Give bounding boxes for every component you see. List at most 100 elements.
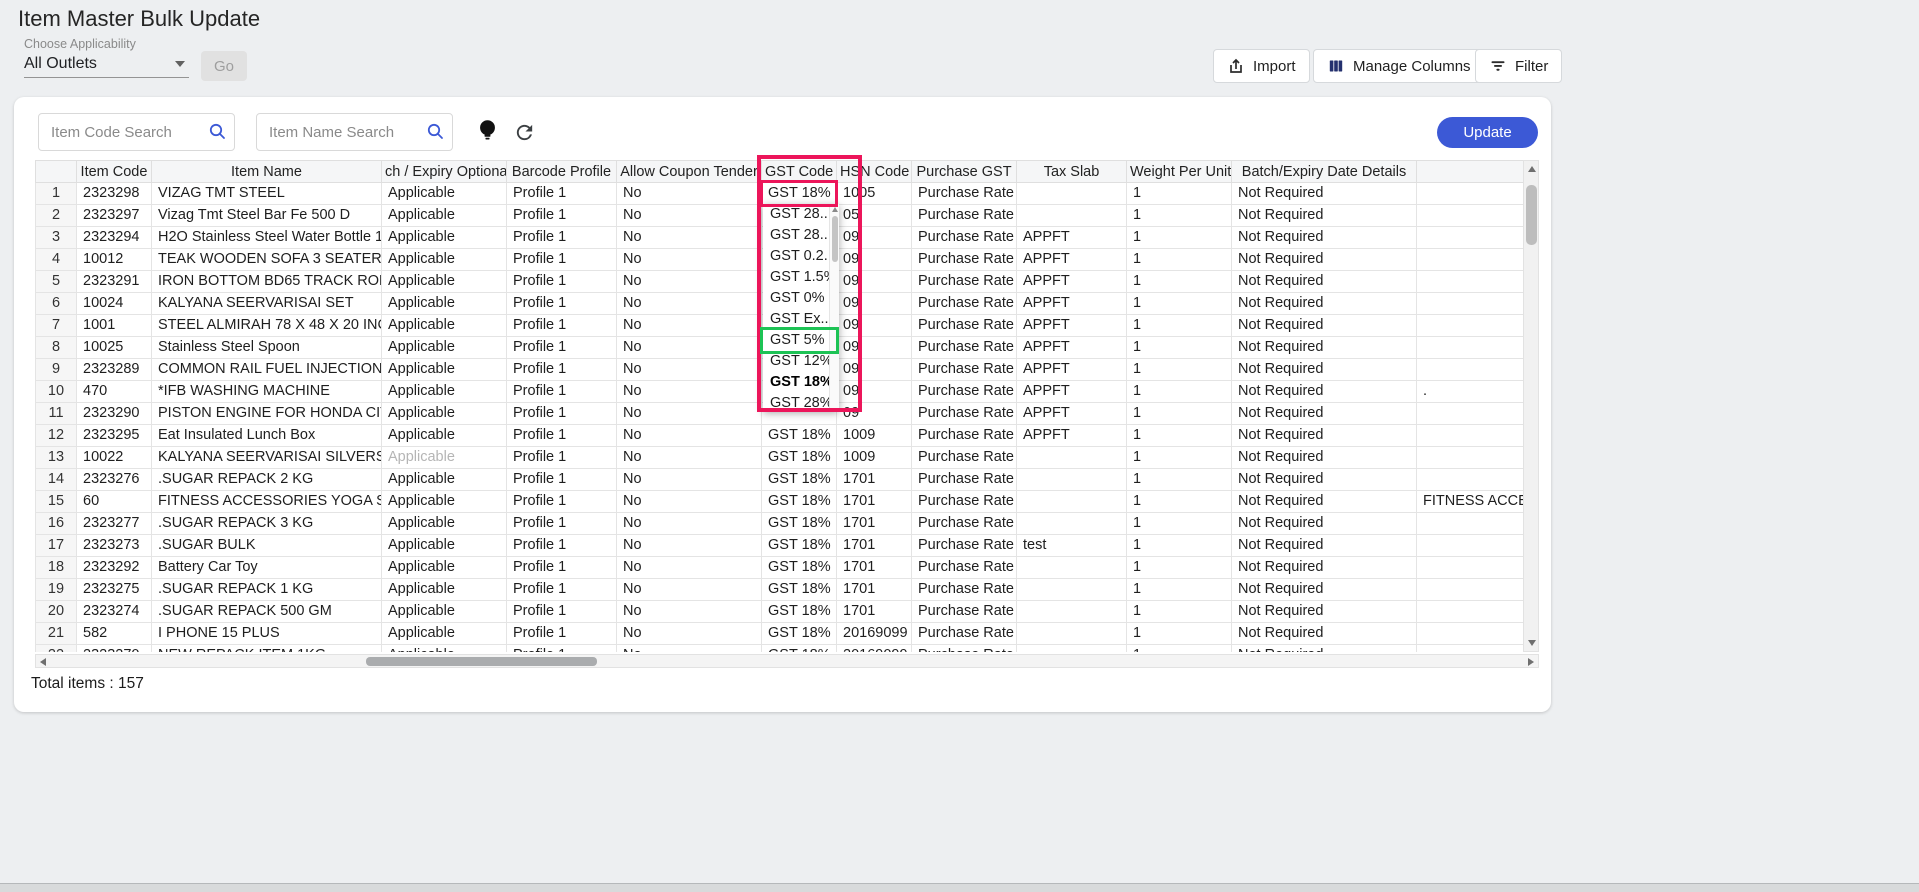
cell-hsn[interactable]: 1005 [837, 183, 912, 205]
scroll-up-arrow-icon[interactable] [1528, 166, 1536, 172]
cell-weight[interactable]: 1 [1127, 513, 1232, 535]
cell-batch_opt[interactable]: Applicable [382, 535, 507, 557]
cell-purchase[interactable]: Purchase Rate [912, 337, 1017, 359]
cell-hsn[interactable]: 09 [837, 271, 912, 293]
cell-coupon[interactable]: No [617, 513, 762, 535]
cell-purchase[interactable]: Purchase Rate [912, 535, 1017, 557]
cell-coupon[interactable]: No [617, 469, 762, 491]
cell-tax[interactable]: APPFT [1017, 315, 1127, 337]
cell-purchase[interactable]: Purchase Rate [912, 469, 1017, 491]
cell-weight[interactable]: 1 [1127, 227, 1232, 249]
cell-gst[interactable]: GST 18% [762, 645, 837, 653]
cell-weight[interactable]: 1 [1127, 293, 1232, 315]
cell-barcode[interactable]: Profile 1 [507, 469, 617, 491]
cell-tax[interactable] [1017, 557, 1127, 579]
cell-gst[interactable]: GST 18% [762, 183, 837, 205]
cell-hsn[interactable]: 1009 [837, 425, 912, 447]
cell-tax[interactable]: APPFT [1017, 227, 1127, 249]
cell-coupon[interactable]: No [617, 645, 762, 653]
cell-tax[interactable] [1017, 579, 1127, 601]
horizontal-scroll-thumb[interactable] [366, 657, 597, 666]
cell-coupon[interactable]: No [617, 183, 762, 205]
cell-weight[interactable]: 1 [1127, 447, 1232, 469]
cell-details[interactable]: Not Required [1232, 535, 1417, 557]
cell-coupon[interactable]: No [617, 315, 762, 337]
cell-purchase[interactable]: Purchase Rate [912, 271, 1017, 293]
cell-coupon[interactable]: No [617, 447, 762, 469]
cell-batch_opt[interactable]: Applicable [382, 183, 507, 205]
cell-purchase[interactable]: Purchase Rate [912, 513, 1017, 535]
item-code-search-input[interactable] [38, 113, 235, 151]
cell-batch_opt[interactable]: Applicable [382, 601, 507, 623]
cell-batch_opt[interactable]: Applicable [382, 337, 507, 359]
cell-purchase[interactable]: Purchase Rate [912, 557, 1017, 579]
cell-details[interactable]: Not Required [1232, 183, 1417, 205]
cell-batch_opt[interactable]: Applicable [382, 403, 507, 425]
import-button[interactable]: Import [1213, 49, 1310, 83]
cell-tax[interactable] [1017, 645, 1127, 653]
cell-coupon[interactable]: No [617, 227, 762, 249]
cell-weight[interactable]: 1 [1127, 183, 1232, 205]
cell-barcode[interactable]: Profile 1 [507, 491, 617, 513]
cell-hsn[interactable]: 1701 [837, 557, 912, 579]
gst-option[interactable]: GST 18% [763, 372, 839, 393]
cell-gst[interactable]: GST 18% [762, 623, 837, 645]
cell-hsn[interactable]: 20169099 [837, 623, 912, 645]
horizontal-scrollbar[interactable] [35, 654, 1539, 668]
cell-gst[interactable]: GST 18% [762, 557, 837, 579]
cell-hsn[interactable]: 09 [837, 227, 912, 249]
cell-barcode[interactable]: Profile 1 [507, 293, 617, 315]
cell-details[interactable]: Not Required [1232, 645, 1417, 653]
cell-barcode[interactable]: Profile 1 [507, 381, 617, 403]
gst-option[interactable]: GST Ex... [763, 309, 839, 330]
cell-batch_opt[interactable]: Applicable [382, 645, 507, 653]
cell-barcode[interactable]: Profile 1 [507, 271, 617, 293]
cell-weight[interactable]: 1 [1127, 623, 1232, 645]
scroll-left-arrow-icon[interactable] [40, 658, 46, 666]
cell-batch_opt[interactable]: Applicable [382, 557, 507, 579]
cell-coupon[interactable]: No [617, 491, 762, 513]
cell-purchase[interactable]: Purchase Rate [912, 227, 1017, 249]
cell-weight[interactable]: 1 [1127, 249, 1232, 271]
cell-hsn[interactable]: 09 [837, 403, 912, 425]
cell-weight[interactable]: 1 [1127, 381, 1232, 403]
cell-hsn[interactable]: 09 [837, 337, 912, 359]
cell-tax[interactable] [1017, 183, 1127, 205]
cell-tax[interactable] [1017, 601, 1127, 623]
cell-batch_opt[interactable]: Applicable [382, 315, 507, 337]
cell-barcode[interactable]: Profile 1 [507, 535, 617, 557]
cell-batch_opt[interactable]: Applicable [382, 381, 507, 403]
cell-batch_opt[interactable]: Applicable [382, 205, 507, 227]
cell-hsn[interactable]: 1701 [837, 491, 912, 513]
cell-gst[interactable]: GST 18% [762, 491, 837, 513]
cell-coupon[interactable]: No [617, 337, 762, 359]
cell-details[interactable]: Not Required [1232, 381, 1417, 403]
cell-tax[interactable] [1017, 447, 1127, 469]
cell-coupon[interactable]: No [617, 381, 762, 403]
cell-purchase[interactable]: Purchase Rate [912, 183, 1017, 205]
cell-details[interactable]: Not Required [1232, 205, 1417, 227]
cell-details[interactable]: Not Required [1232, 337, 1417, 359]
cell-coupon[interactable]: No [617, 359, 762, 381]
vertical-scroll-thumb[interactable] [1526, 185, 1537, 245]
cell-weight[interactable]: 1 [1127, 601, 1232, 623]
cell-tax[interactable]: APPFT [1017, 271, 1127, 293]
cell-coupon[interactable]: No [617, 249, 762, 271]
cell-tax[interactable]: APPFT [1017, 403, 1127, 425]
vertical-scrollbar[interactable] [1523, 160, 1539, 652]
dropdown-scroll-thumb[interactable] [832, 216, 838, 262]
update-button[interactable]: Update [1437, 117, 1538, 148]
cell-barcode[interactable]: Profile 1 [507, 447, 617, 469]
applicability-select[interactable]: All Outlets [24, 52, 189, 78]
cell-barcode[interactable]: Profile 1 [507, 315, 617, 337]
cell-tax[interactable] [1017, 513, 1127, 535]
cell-barcode[interactable]: Profile 1 [507, 579, 617, 601]
filter-button[interactable]: Filter [1475, 49, 1562, 83]
dropdown-scroll-up-icon[interactable] [832, 207, 838, 212]
cell-hsn[interactable]: 09 [837, 249, 912, 271]
cell-gst[interactable]: GST 18% [762, 425, 837, 447]
cell-purchase[interactable]: Purchase Rate [912, 491, 1017, 513]
cell-barcode[interactable]: Profile 1 [507, 425, 617, 447]
cell-gst[interactable]: GST 18% [762, 469, 837, 491]
cell-weight[interactable]: 1 [1127, 579, 1232, 601]
